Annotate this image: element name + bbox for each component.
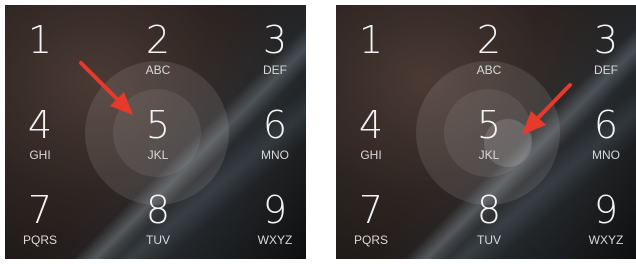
keypad-panel-right: 1 2 ABC 3 DEF 4 GHI 5 JKL 6 MNO 7 PQRS 8… <box>336 5 636 259</box>
keypad-panel-left: 1 2 ABC 3 DEF 4 GHI 5 JKL 6 MNO 7 PQRS 8… <box>5 5 306 259</box>
red-arrow-icon <box>522 83 572 135</box>
red-arrow-icon <box>79 61 133 115</box>
